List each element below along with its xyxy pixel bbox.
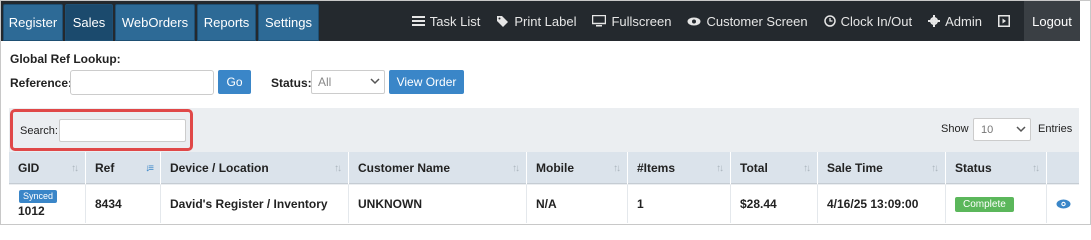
reference-input[interactable] — [70, 70, 214, 95]
column-header-sale-time[interactable]: Sale Time ↑↓ — [818, 152, 946, 184]
sort-icon: ↑↓ — [512, 163, 520, 174]
nav-actions: Task List Print Label Fullscreen Custome… — [396, 1, 1080, 41]
tab-settings[interactable]: Settings — [258, 4, 319, 41]
sort-asc-icon: ↓≡ — [145, 163, 154, 174]
clock-in-out-link[interactable]: Clock In/Out — [823, 13, 913, 29]
column-header-actions — [1047, 152, 1079, 184]
column-label: Mobile — [536, 161, 574, 175]
status-badge: Complete — [955, 196, 1014, 212]
task-list-link[interactable]: Task List — [411, 13, 481, 29]
logout-button[interactable]: Logout — [1024, 1, 1080, 41]
chevron-down-icon — [1016, 126, 1026, 133]
fullscreen-label: Fullscreen — [611, 13, 672, 29]
tag-icon — [497, 15, 509, 27]
top-navbar: Register Sales WebOrders Reports Setting… — [1, 1, 1080, 41]
tab-weborders[interactable]: WebOrders — [115, 4, 195, 41]
column-label: Total — [740, 161, 768, 175]
cell-status: Complete — [946, 185, 1047, 223]
tab-sales[interactable]: Sales — [65, 4, 113, 41]
sort-icon: ↑↓ — [803, 163, 811, 174]
view-order-action[interactable] — [1047, 185, 1079, 223]
exit-button[interactable] — [998, 15, 1010, 27]
cell-mobile: N/A — [527, 185, 628, 223]
column-label: GID — [18, 161, 40, 175]
list-icon — [411, 15, 425, 26]
clock-icon — [823, 15, 836, 27]
column-header-mobile[interactable]: Mobile ↑↓ — [527, 152, 628, 184]
column-label: Device / Location — [170, 161, 269, 175]
search-input[interactable] — [59, 119, 186, 142]
table-row[interactable]: Synced 1012 8434 David's Register / Inve… — [9, 185, 1079, 223]
entries-label: Entries — [1038, 123, 1073, 135]
sort-icon: ↑↓ — [1032, 163, 1040, 174]
task-list-label: Task List — [429, 13, 481, 29]
clock-in-out-label: Clock In/Out — [840, 13, 913, 29]
search-label: Search: — [20, 125, 58, 137]
print-label-label: Print Label — [514, 13, 577, 29]
eye-icon — [687, 17, 701, 25]
sort-icon: ↑↓ — [71, 163, 79, 174]
show-label: Show — [941, 123, 969, 135]
lookup-title: Global Ref Lookup: — [10, 52, 121, 66]
cell-gid: Synced 1012 — [9, 185, 86, 223]
customer-screen-link[interactable]: Customer Screen — [687, 13, 808, 29]
cell-total: $28.44 — [731, 185, 818, 223]
column-header-items[interactable]: #Items ↑↓ — [628, 152, 731, 184]
cell-ref: 8434 — [86, 185, 161, 223]
cell-sale-time: 4/16/25 13:09:00 — [818, 185, 946, 223]
tab-register[interactable]: Register — [3, 4, 63, 41]
gear-icon — [928, 15, 941, 27]
column-header-customer[interactable]: Customer Name ↑↓ — [349, 152, 527, 184]
column-label: Status — [955, 161, 992, 175]
sort-icon: ↑↓ — [334, 163, 342, 174]
customer-screen-label: Customer Screen — [706, 13, 808, 29]
column-label: Sale Time — [827, 161, 883, 175]
sort-icon: ↑↓ — [931, 163, 939, 174]
status-select-value: All — [318, 75, 332, 89]
eye-icon[interactable] — [1056, 199, 1071, 209]
admin-link[interactable]: Admin — [928, 14, 982, 29]
status-select[interactable]: All — [311, 70, 385, 94]
go-button[interactable]: Go — [218, 70, 251, 94]
monitor-icon — [592, 15, 607, 27]
column-header-ref[interactable]: Ref ↓≡ — [86, 152, 161, 184]
sort-icon: ↑↓ — [716, 163, 724, 174]
column-label: Ref — [95, 161, 115, 175]
synced-badge: Synced — [19, 190, 58, 203]
cell-device: David's Register / Inventory — [161, 185, 349, 223]
chevron-down-icon — [370, 78, 380, 85]
print-label-link[interactable]: Print Label — [496, 14, 576, 29]
column-header-gid[interactable]: GID ↑↓ — [9, 152, 86, 184]
status-label: Status: — [271, 76, 312, 90]
column-label: #Items — [637, 161, 676, 175]
column-header-total[interactable]: Total ↑↓ — [731, 152, 818, 184]
fullscreen-link[interactable]: Fullscreen — [592, 14, 671, 29]
column-header-device[interactable]: Device / Location ↑↓ — [161, 152, 349, 184]
gid-value: 1012 — [18, 204, 45, 218]
sign-out-icon — [998, 15, 1010, 27]
view-order-button[interactable]: View Order — [389, 70, 464, 94]
sort-icon: ↑↓ — [613, 163, 621, 174]
nav-tabs: Register Sales WebOrders Reports Setting… — [3, 4, 319, 41]
entries-select-value: 10 — [981, 123, 994, 136]
table-header: GID ↑↓ Ref ↓≡ Device / Location ↑↓ Customer… — [9, 152, 1079, 184]
column-header-status[interactable]: Status ↑↓ — [946, 152, 1047, 184]
cell-items: 1 — [628, 185, 731, 223]
reference-label: Reference: — [10, 76, 73, 90]
tab-reports[interactable]: Reports — [197, 4, 256, 41]
cell-customer: UNKNOWN — [349, 185, 527, 223]
entries-select[interactable]: 10 — [973, 118, 1031, 141]
column-label: Customer Name — [358, 161, 451, 175]
admin-label: Admin — [945, 13, 982, 29]
